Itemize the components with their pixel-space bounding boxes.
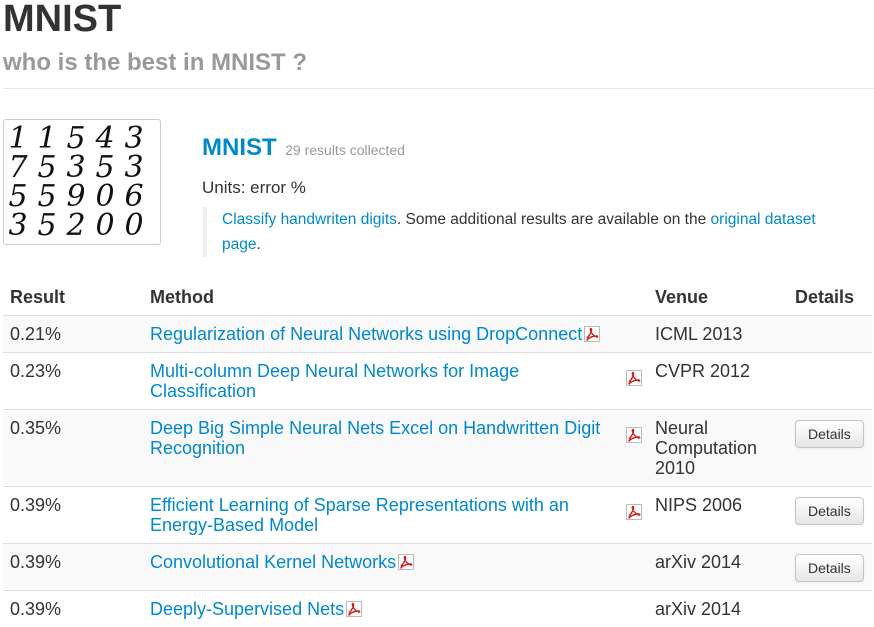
details-button[interactable]: Details: [795, 554, 864, 582]
dataset-description: Classify handwriten digits. Some additio…: [203, 207, 854, 257]
method-cell: Regularization of Neural Networks using …: [143, 315, 648, 353]
method-cell: Multi-column Deep Neural Networks for Im…: [143, 352, 648, 410]
task-link[interactable]: Classify handwriten digits: [222, 211, 397, 228]
details-cell: Details: [788, 543, 872, 591]
digit-glyph: 3: [8, 208, 27, 243]
digit-glyph: 5: [37, 208, 56, 243]
results-table: Result Method Venue Details 0.21% Regular…: [3, 278, 872, 627]
header-result: Result: [10, 287, 66, 307]
results-count: 29 results collected: [285, 142, 405, 158]
details-button[interactable]: Details: [795, 497, 864, 525]
method-link[interactable]: Regularization of Neural Networks using …: [150, 324, 582, 344]
result-cell: 0.21%: [3, 315, 143, 353]
digit-glyph: 2: [65, 208, 85, 243]
table-row: 0.23% Multi-column Deep Neural Networks f…: [3, 352, 872, 410]
details-cell: [788, 352, 872, 410]
details-cell: Details: [788, 409, 872, 487]
details-cell: [788, 315, 872, 353]
venue-cell: arXiv 2014: [648, 543, 788, 591]
pdf-icon[interactable]: [584, 326, 601, 342]
method-cell: Deeply-Supervised Nets: [143, 590, 648, 627]
dataset-units: Units: error %: [202, 178, 306, 197]
result-cell: 0.35%: [3, 409, 143, 487]
venue-cell: NIPS 2006: [648, 486, 788, 544]
method-link[interactable]: Convolutional Kernel Networks: [150, 552, 396, 572]
details-cell: [788, 590, 872, 627]
pdf-icon[interactable]: [626, 427, 642, 443]
method-cell: Deep Big Simple Neural Nets Excel on Han…: [143, 409, 648, 487]
page-title: MNIST: [3, 0, 122, 40]
description-end: .: [256, 236, 261, 253]
table-row: 0.35% Deep Big Simple Neural Nets Excel o…: [3, 409, 872, 487]
result-cell: 0.39%: [3, 486, 143, 544]
pdf-icon[interactable]: [346, 601, 363, 617]
method-link[interactable]: Deep Big Simple Neural Nets Excel on Han…: [150, 418, 641, 458]
method-link[interactable]: Efficient Learning of Sparse Representat…: [150, 495, 641, 535]
method-cell: Convolutional Kernel Networks: [143, 543, 648, 591]
pdf-icon[interactable]: [398, 554, 415, 570]
table-header-row: Result Method Venue Details: [3, 278, 872, 316]
method-cell: Efficient Learning of Sparse Representat…: [143, 486, 648, 544]
venue-cell: CVPR 2012: [648, 352, 788, 410]
details-cell: Details: [788, 486, 872, 544]
dataset-thumbnail: 11543753535590635200: [3, 119, 161, 245]
table-row: 0.21% Regularization of Neural Networks u…: [3, 315, 872, 353]
description-text: . Some additional results are available …: [396, 211, 711, 228]
pdf-icon[interactable]: [626, 504, 642, 520]
venue-cell: arXiv 2014: [648, 590, 788, 627]
digit-glyph: 0: [124, 208, 143, 243]
header-details: Details: [795, 287, 855, 307]
venue-cell: Neural Computation 2010: [648, 409, 788, 487]
header-divider: [3, 88, 874, 89]
pdf-icon[interactable]: [626, 370, 642, 386]
table-row: 0.39% Efficient Learning of Sparse Repres…: [3, 486, 872, 544]
header-venue: Venue: [655, 287, 709, 307]
digit-glyph: 0: [95, 208, 114, 243]
header-method: Method: [150, 287, 214, 307]
page-subtitle: who is the best in MNIST ?: [3, 49, 308, 76]
mnist-digits-image: 1 1 5 4 37 5 3 5 35 5 9 0 63 5 2 0 0: [8, 121, 143, 243]
dataset-name-link[interactable]: MNIST: [202, 134, 277, 161]
result-cell: 0.39%: [3, 590, 143, 627]
result-cell: 0.23%: [3, 352, 143, 410]
result-cell: 0.39%: [3, 543, 143, 591]
table-row: 0.39% Convolutional Kernel Networks arXiv …: [3, 543, 872, 591]
dataset-header: MNIST 29 results collected: [202, 134, 405, 162]
details-button[interactable]: Details: [795, 420, 864, 448]
method-link[interactable]: Multi-column Deep Neural Networks for Im…: [150, 361, 641, 401]
table-row: 0.39% Deeply-Supervised Nets arXiv 2014: [3, 590, 872, 627]
method-link[interactable]: Deeply-Supervised Nets: [150, 599, 344, 619]
venue-cell: ICML 2013: [648, 315, 788, 353]
